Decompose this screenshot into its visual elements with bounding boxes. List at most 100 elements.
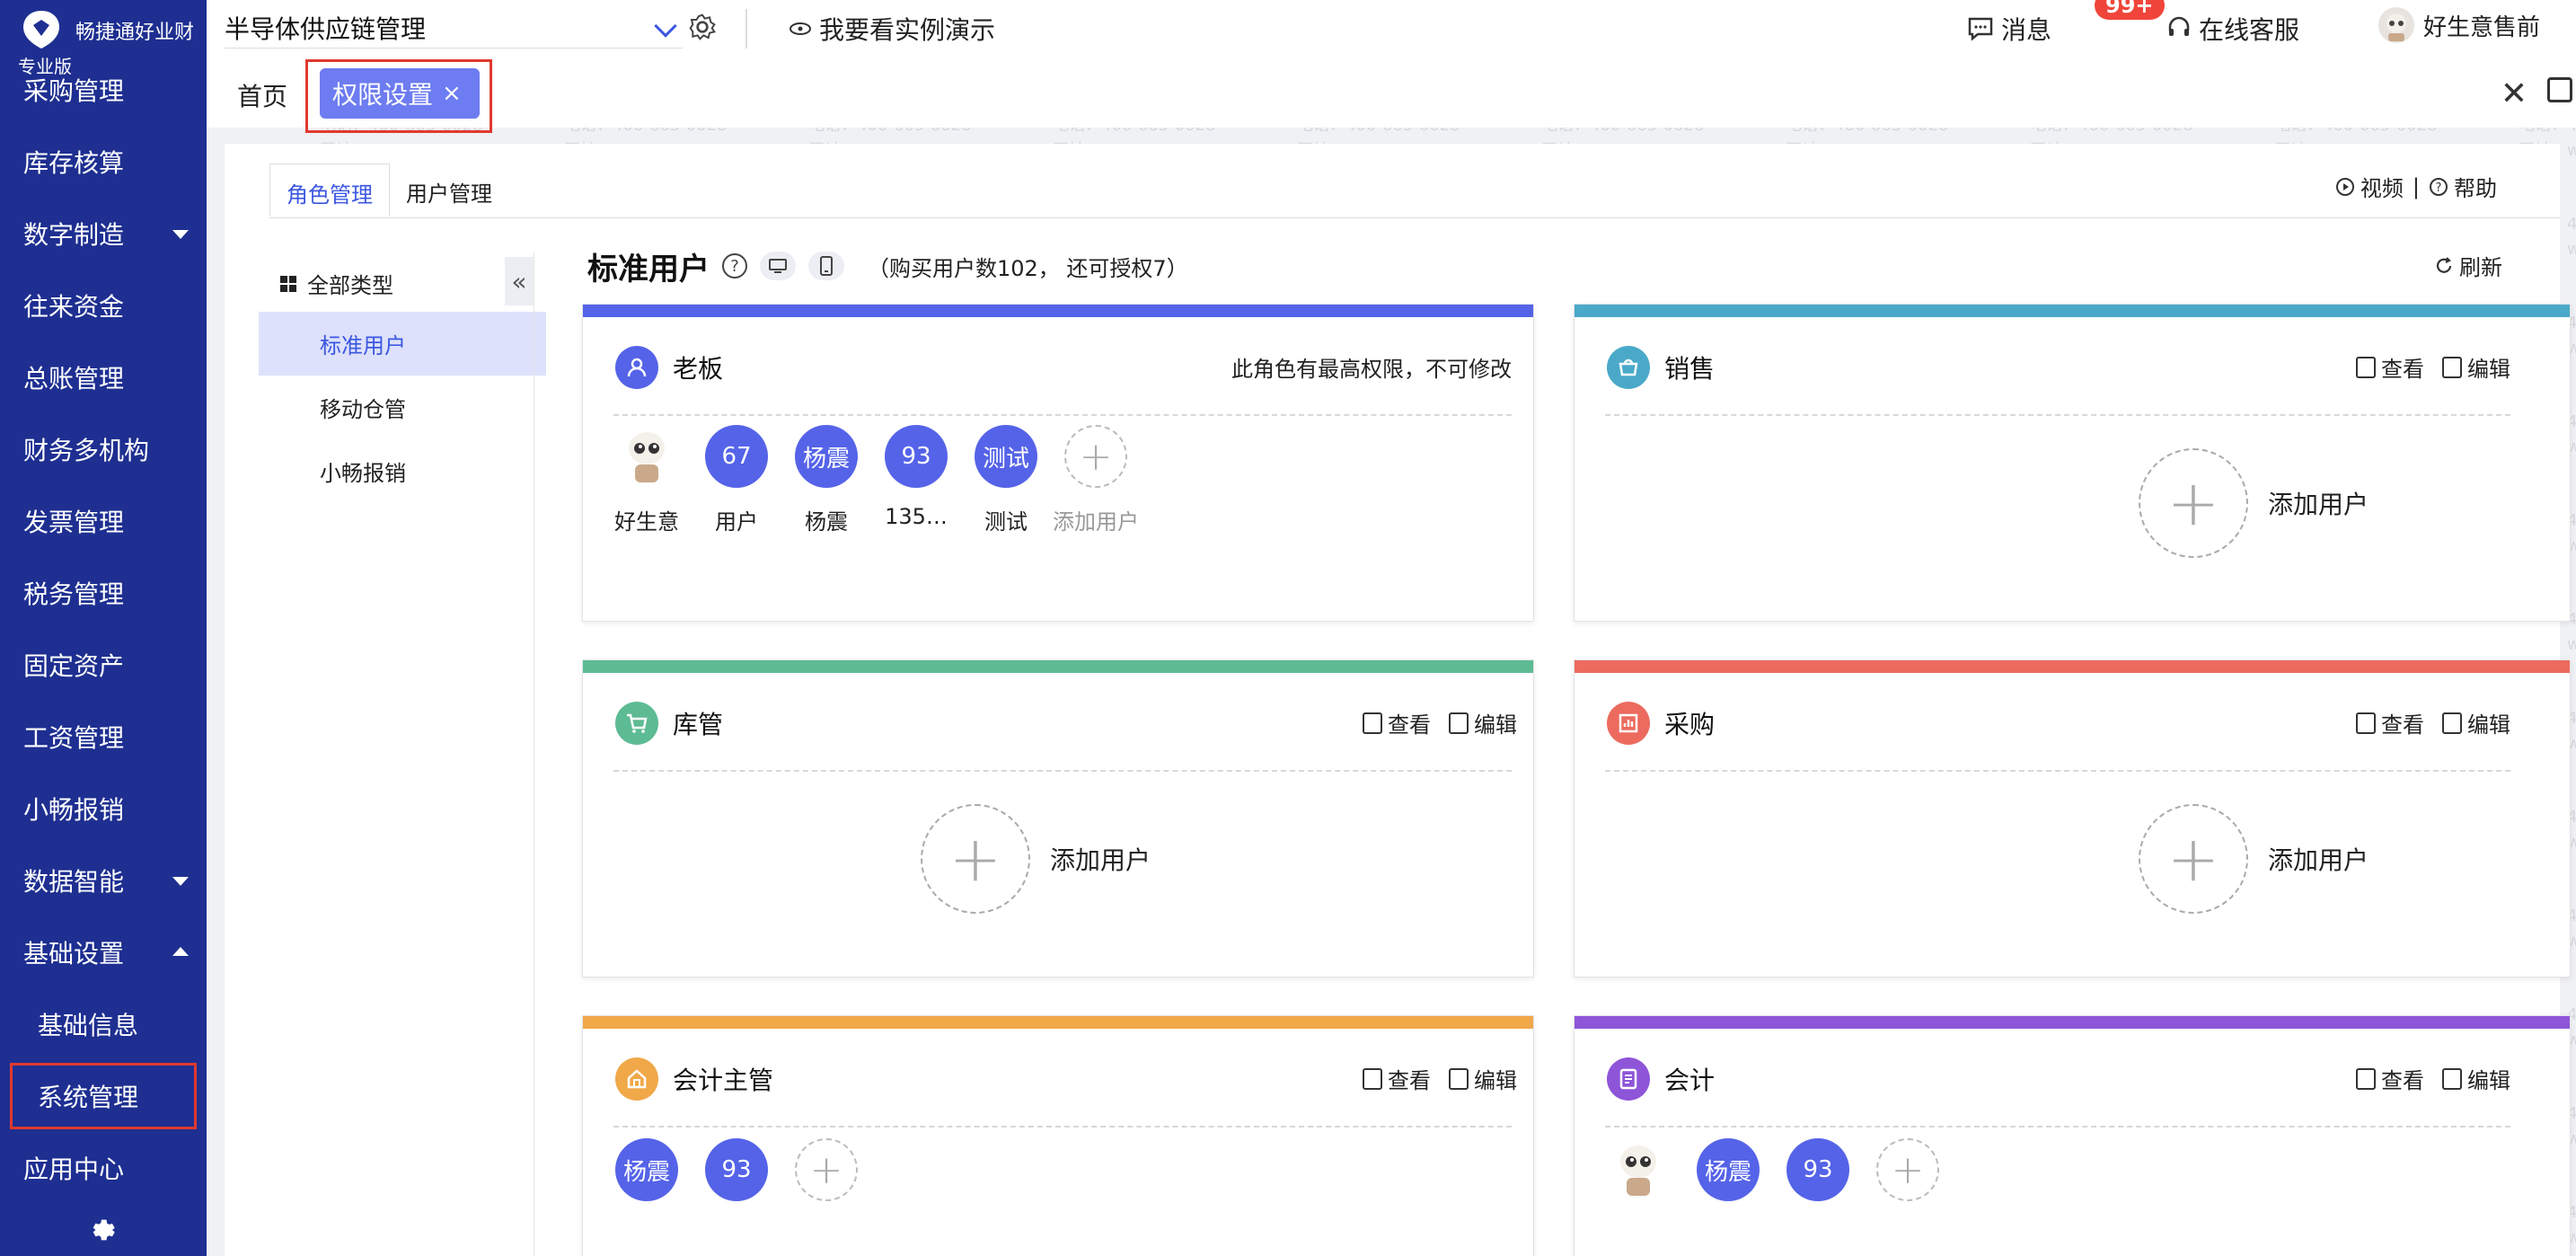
add-user-button[interactable]: + [1876,1138,1939,1201]
view-label: 查看 [1388,1068,1431,1093]
card-color-bar [1575,305,2570,317]
online-service-button[interactable]: 在线客服 [2166,11,2299,47]
mobile-icon[interactable] [808,252,844,280]
sidebar-item[interactable]: 总账管理 [0,341,207,413]
close-all-tabs-icon[interactable]: ✕ [2501,75,2527,112]
user-chip[interactable]: 93 [705,1138,768,1201]
edit-button[interactable]: 编辑 [1449,1063,1517,1094]
add-user-button[interactable]: + 添加用户 [1053,425,1139,535]
tree-item-standard-user[interactable]: 标准用户 [259,312,546,376]
sidebar-item[interactable]: 系统管理 [7,1060,199,1132]
sidebar-item[interactable]: 基础信息 [0,988,207,1060]
user-avatar: 93 [705,1138,768,1201]
add-user-button[interactable]: + 添加用户 [2139,448,2369,558]
sidebar-item[interactable]: 税务管理 [0,557,207,629]
settings-gear-icon[interactable] [88,1215,119,1245]
tab-home[interactable]: 首页 [237,77,287,113]
add-user-button[interactable]: + 添加用户 [921,804,1151,914]
tab-strip: 首页 权限设置 × ✕ [207,56,2576,133]
tab-role-management[interactable]: 角色管理 [269,164,390,217]
card-title: 老板 [615,346,723,389]
sidebar-item[interactable]: 发票管理 [0,485,207,557]
sidebar-item-label: 税务管理 [23,579,125,609]
add-user-label: 添加用户 [2268,490,2369,519]
user-chip[interactable] [1607,1138,1670,1201]
sidebar-item[interactable]: 数字制造 [0,198,207,270]
add-user-button[interactable]: + [795,1138,858,1201]
fullscreen-icon[interactable] [2547,77,2572,102]
edit-button[interactable]: 编辑 [2442,351,2510,383]
edit-button[interactable]: 编辑 [2442,1063,2510,1094]
tree-all-types[interactable]: 全部类型 [259,252,546,312]
question-circle-icon[interactable]: ? [722,253,747,279]
view-button[interactable]: 查看 [2356,1063,2424,1094]
sidebar-item[interactable]: 工资管理 [0,701,207,773]
view-button[interactable]: 查看 [2356,707,2424,739]
role-type-tree: 全部类型 标准用户 移动仓管 小畅报销 [259,252,546,503]
sidebar-item[interactable]: 应用中心 [0,1132,207,1204]
collapse-tree-icon[interactable]: « [505,257,534,305]
role-name: 会计主管 [673,1066,774,1095]
plus-icon: + [2139,804,2248,914]
sidebar-item-label: 小畅报销 [23,795,125,825]
sidebar-item[interactable]: 基础设置 [0,916,207,988]
user-chip[interactable]: 93 135… [885,425,948,535]
view-button[interactable]: 查看 [2356,351,2424,383]
view-button[interactable]: 查看 [1363,1063,1431,1094]
view-label: 查看 [1388,712,1431,738]
sidebar-item[interactable]: 固定资产 [0,629,207,701]
demo-link[interactable]: 我要看实例演示 [789,11,995,47]
sidebar-item[interactable]: 财务多机构 [0,413,207,485]
question-icon: ? [2430,177,2448,196]
user-chip[interactable]: 好生意 [614,425,679,535]
edit-button[interactable]: 编辑 [1449,707,1517,739]
tree-item-mobile-warehouse[interactable]: 移动仓管 [259,376,546,439]
sidebar-item[interactable]: 采购管理 [0,54,207,126]
tab-permission-settings[interactable]: 权限设置 × [320,68,480,119]
robot-avatar [615,425,678,488]
user-chip[interactable]: 93 [1786,1138,1849,1201]
content-header: 标准用户 ? （购买用户数102， 还可授权7） [587,239,1188,293]
role-card-warehouse: 库管 查看 编辑 + 添加用户 [582,659,1534,977]
sub-tabs: 角色管理 用户管理 [269,164,508,217]
user-avatar: 杨震 [795,425,858,488]
view-icon [1363,1067,1382,1090]
add-user-label: 添加用户 [1053,509,1139,535]
refresh-label: 刷新 [2459,255,2502,280]
sidebar-item[interactable]: 往来资金 [0,270,207,341]
user-avatar: 93 [885,425,948,488]
user-chip[interactable]: 杨震 [615,1138,678,1201]
refresh-icon [2436,256,2452,273]
view-icon [2356,712,2376,734]
role-card-boss: 老板 此角色有最高权限，不可修改 好生意 67 用户 杨震 杨震 93 135… 测试 测试 + 添… [582,304,1534,622]
sidebar-item-label: 工资管理 [23,723,125,753]
tree-item-expense[interactable]: 小畅报销 [259,439,546,503]
card-title: 销售 [1607,346,1715,389]
desktop-icon[interactable] [760,252,796,280]
tab-user-management[interactable]: 用户管理 [390,164,508,217]
user-chip[interactable]: 杨震 杨震 [795,425,858,535]
cart-icon [615,702,658,745]
company-select[interactable]: 半导体供应链管理 [225,7,683,49]
help-link[interactable]: ? 帮助 [2429,171,2497,202]
sidebar-item[interactable]: 库存核算 [0,126,207,198]
messages-button[interactable]: 消息 [1967,11,2051,47]
tab-close-icon[interactable]: × [442,80,462,107]
main-panel: 角色管理 用户管理 视频 | ? 帮助 全部类型 标准用户 移动仓管 小畅报销 … [225,144,2571,1256]
user-chip[interactable]: 杨震 [1697,1138,1760,1201]
user-chip[interactable]: 67 用户 [705,425,768,535]
company-settings-icon[interactable] [688,13,717,41]
edit-button[interactable]: 编辑 [2442,707,2510,739]
tree-head-label: 全部类型 [307,273,393,298]
user-menu[interactable]: 好生意售前 [2378,7,2540,43]
edit-icon [2442,712,2462,734]
add-user-button[interactable]: + 添加用户 [2139,804,2369,914]
video-link[interactable]: 视频 [2335,171,2404,202]
plus-icon: + [2139,448,2248,558]
sidebar-item[interactable]: 数据智能 [0,845,207,916]
sidebar-item[interactable]: 小畅报销 [0,773,207,845]
view-button[interactable]: 查看 [1363,707,1431,739]
refresh-button[interactable]: 刷新 [2434,250,2502,281]
user-chip[interactable]: 测试 测试 [975,425,1037,535]
card-title: 会计主管 [615,1057,773,1101]
